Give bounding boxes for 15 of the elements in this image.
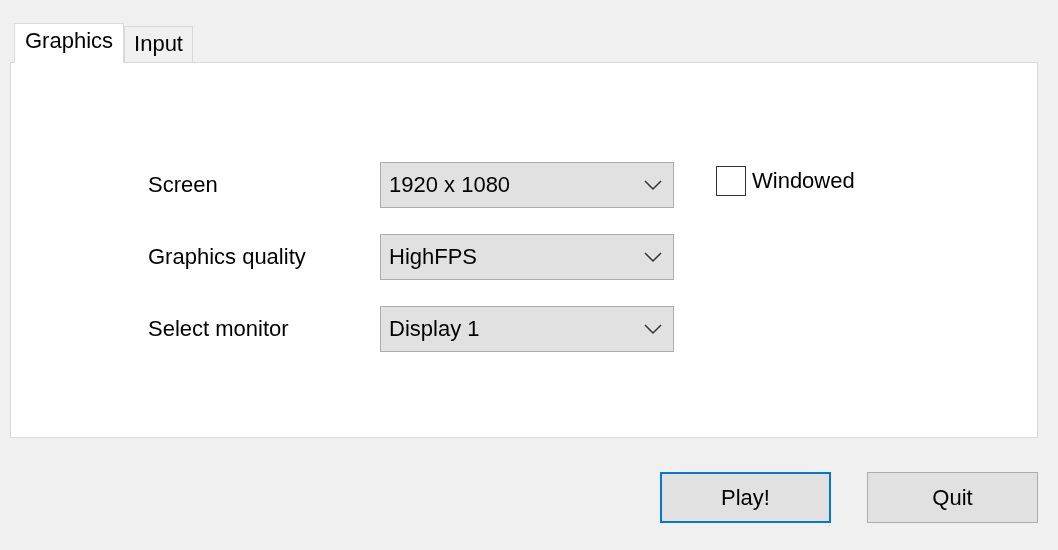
quit-button[interactable]: Quit — [867, 472, 1038, 523]
setting-label: Screen — [148, 172, 219, 198]
dropdown[interactable]: 1920 x 1080 — [380, 162, 674, 208]
dropdown[interactable]: Display 1 — [380, 306, 674, 352]
dropdown[interactable]: HighFPS — [380, 234, 674, 280]
checkbox[interactable] — [716, 166, 746, 196]
checkbox-label: Windowed — [752, 168, 855, 194]
tab[interactable]: Input — [124, 26, 193, 62]
chevron-down-icon — [643, 251, 663, 263]
setting-label: Graphics quality — [148, 244, 307, 270]
play-button[interactable]: Play! — [660, 472, 831, 523]
setting-label: Select monitor — [148, 316, 290, 342]
chevron-down-icon — [643, 179, 663, 191]
tab[interactable]: Graphics — [14, 23, 125, 63]
chevron-down-icon — [643, 323, 663, 335]
